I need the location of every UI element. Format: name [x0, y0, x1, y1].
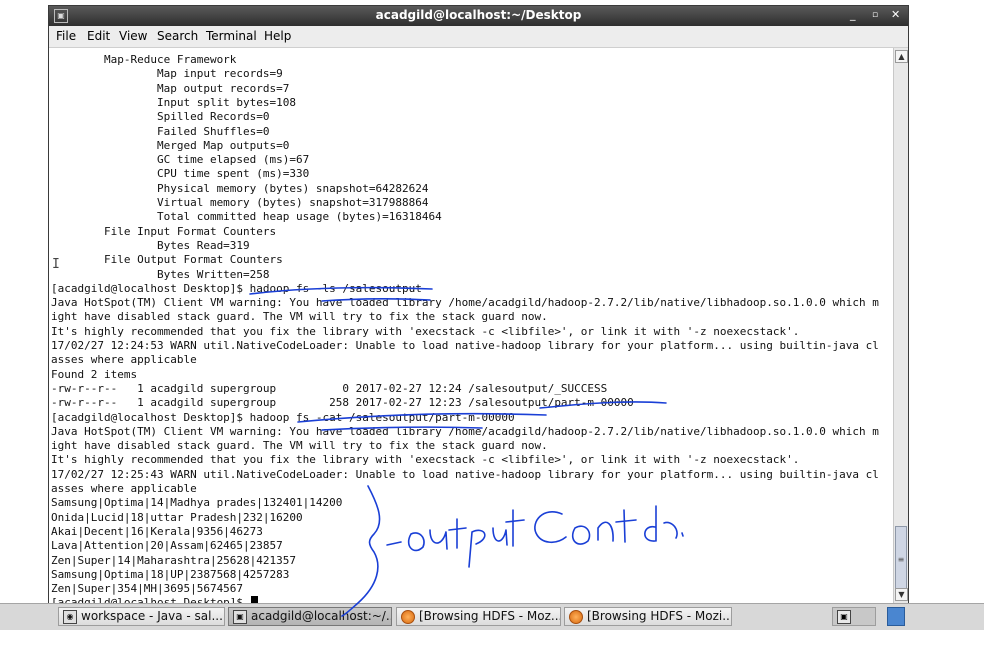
scroll-up-icon[interactable]: ▲ [895, 50, 908, 63]
menu-help[interactable]: Help [264, 29, 291, 43]
terminal-line: Map output records=7 [51, 81, 290, 95]
text-cursor [250, 596, 258, 603]
terminal-line: -rw-r--r-- 1 acadgild supergroup 0 2017-… [51, 381, 608, 395]
terminal-line: Map input records=9 [51, 67, 283, 81]
maximize-icon[interactable]: ▫ [872, 10, 878, 20]
terminal-line: File Input Format Counters [51, 224, 277, 238]
terminal-window: ▣ acadgild@localhost:~/Desktop _ ▫ ✕ Fil… [48, 5, 909, 605]
show-desktop-button[interactable] [887, 607, 905, 626]
terminal-line: asses where applicable [51, 482, 197, 495]
terminal-line: Lava|Attention|20|Assam|62465|23857 [51, 539, 283, 553]
terminal-line: Total committed heap usage (bytes)=16318… [51, 210, 442, 224]
terminal-line: Input split bytes=108 [51, 95, 297, 109]
terminal-line: Physical memory (bytes) snapshot=6428262… [51, 181, 429, 195]
terminal-output[interactable]: Map-Reduce Framework Map input records=9… [49, 48, 893, 603]
taskbar-eclipse-button[interactable]: ◉ workspace - Java - sal... [58, 607, 225, 626]
menu-search[interactable]: Search [157, 29, 198, 43]
workspace-switcher[interactable]: ▣ [832, 607, 876, 626]
terminal-line: Spilled Records=0 [51, 110, 270, 124]
terminal-line: Merged Map outputs=0 [51, 138, 290, 152]
window-title: acadgild@localhost:~/Desktop [375, 8, 582, 22]
terminal-icon: ▣ [233, 610, 247, 624]
taskbar: ◉ workspace - Java - sal... ▣ acadgild@l… [0, 603, 984, 630]
menu-file[interactable]: File [56, 29, 76, 43]
terminal-line: Bytes Read=319 [51, 238, 250, 252]
terminal-line: Found 2 items [51, 367, 138, 381]
terminal-line: Samsung|Optima|14|Madhya prades|132401|1… [51, 496, 343, 510]
terminal-prompt[interactable]: [acadgild@localhost Desktop]$ [51, 596, 258, 603]
menu-view[interactable]: View [119, 29, 147, 43]
terminal-line: Zen|Super|14|Maharashtra|25628|421357 [51, 553, 297, 567]
terminal-line: Samsung|Optima|18|UP|2387568|4257283 [51, 567, 290, 581]
terminal-line: CPU time spent (ms)=330 [51, 167, 310, 181]
terminal-line: -rw-r--r-- 1 acadgild supergroup 258 201… [51, 396, 634, 410]
eclipse-icon: ◉ [63, 610, 77, 624]
firefox-icon [569, 610, 583, 624]
terminal-line: GC time elapsed (ms)=67 [51, 153, 310, 167]
scroll-down-icon[interactable]: ▼ [895, 588, 908, 601]
terminal-line: Map-Reduce Framework [51, 53, 237, 66]
terminal-line: [acadgild@localhost Desktop]$ hadoop fs … [51, 281, 422, 295]
menu-terminal[interactable]: Terminal [206, 29, 257, 43]
prompt-text: [acadgild@localhost Desktop]$ [51, 596, 250, 603]
minimize-icon[interactable]: _ [850, 8, 856, 21]
terminal-line: 17/02/27 12:25:43 WARN util.NativeCodeLo… [51, 467, 879, 481]
terminal-line: Bytes Written=258 [51, 267, 270, 281]
terminal-line: It's highly recommended that you fix the… [51, 324, 800, 338]
terminal-line: Akai|Decent|16|Kerala|9356|46273 [51, 524, 263, 538]
terminal-line: It's highly recommended that you fix the… [51, 453, 800, 467]
firefox-icon [401, 610, 415, 624]
mouse-cursor-ibeam-icon: I [52, 257, 60, 272]
title-bar[interactable]: ▣ acadgild@localhost:~/Desktop _ ▫ ✕ [49, 6, 908, 26]
menu-bar: File Edit View Search Terminal Help [49, 26, 908, 48]
terminal-line: Java HotSpot(TM) Client VM warning: You … [51, 296, 879, 310]
terminal-line: Failed Shuffles=0 [51, 124, 270, 138]
scrollbar-thumb[interactable]: ≡ [895, 526, 907, 594]
terminal-line: File Output Format Counters [51, 253, 283, 267]
terminal-line: ight have disabled stack guard. The VM w… [51, 310, 548, 324]
taskbar-firefox-button-2[interactable]: [Browsing HDFS - Mozi... [564, 607, 732, 626]
terminal-line: asses where applicable [51, 353, 197, 367]
terminal-icon: ▣ [837, 610, 851, 624]
terminal-line: 17/02/27 12:24:53 WARN util.NativeCodeLo… [51, 339, 879, 352]
vertical-scrollbar[interactable]: ▲ ≡ ▼ [893, 48, 908, 603]
terminal-line: Zen|Super|354|MH|3695|5674567 [51, 582, 244, 596]
taskbar-firefox-button-1[interactable]: [Browsing HDFS - Moz... [396, 607, 561, 626]
menu-edit[interactable]: Edit [87, 29, 110, 43]
terminal-line: [acadgild@localhost Desktop]$ hadoop fs … [51, 410, 515, 424]
taskbar-terminal-button[interactable]: ▣ acadgild@localhost:~/... [228, 607, 392, 626]
terminal-line: ight have disabled stack guard. The VM w… [51, 439, 548, 453]
terminal-line: Virtual memory (bytes) snapshot=31798886… [51, 196, 429, 209]
close-icon[interactable]: ✕ [891, 8, 900, 21]
terminal-line: Onida|Lucid|18|uttar Pradesh|232|16200 [51, 510, 303, 524]
terminal-line: Java HotSpot(TM) Client VM warning: You … [51, 424, 879, 438]
